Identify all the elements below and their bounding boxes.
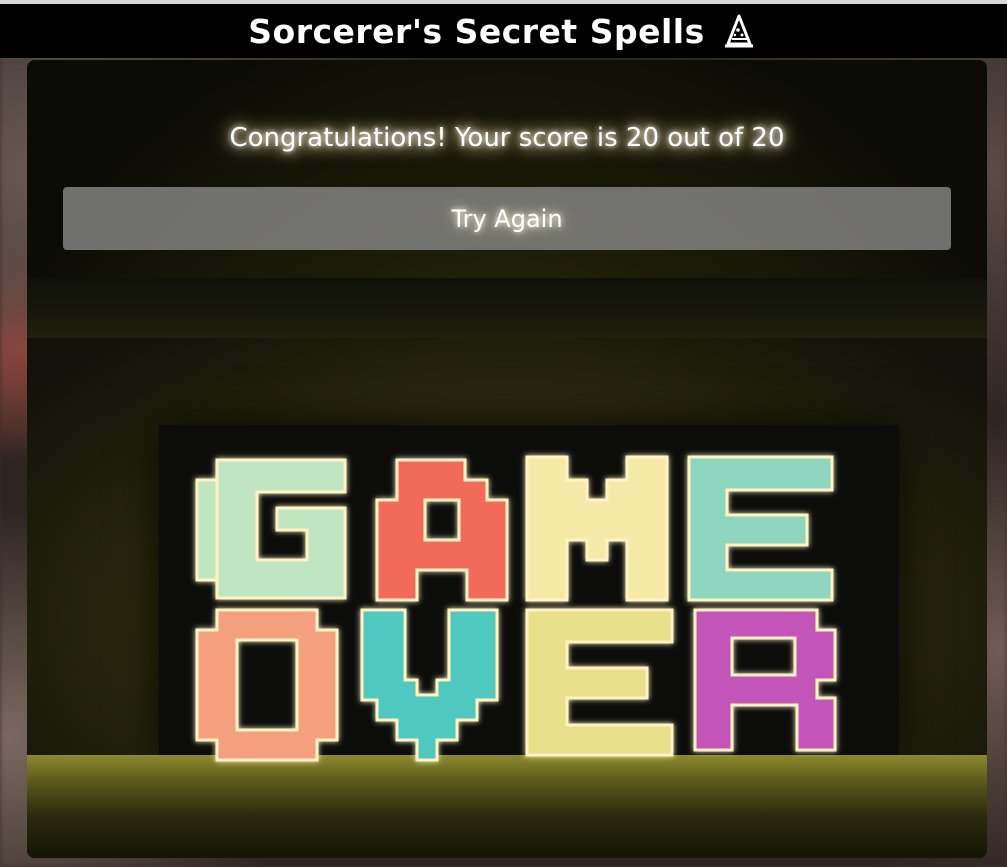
sign-letter-e-top xyxy=(687,455,834,602)
sign-letter-v xyxy=(360,608,499,762)
app-header: Sorcerer's Secret Spells xyxy=(0,4,1007,58)
game-over-image xyxy=(27,60,987,858)
app-title-group: Sorcerer's Secret Spells xyxy=(248,11,759,51)
game-over-card: Congratulations! Your score is 20 out of… xyxy=(27,60,987,858)
wizard-hat-icon xyxy=(719,11,759,51)
sign-letter-o xyxy=(195,608,339,762)
app-title: Sorcerer's Secret Spells xyxy=(248,11,705,51)
try-again-button[interactable]: Try Again xyxy=(63,187,951,250)
sign-letter-a xyxy=(375,458,509,602)
game-over-sign xyxy=(195,455,837,762)
score-message: Congratulations! Your score is 20 out of… xyxy=(229,123,785,153)
sign-letter-r xyxy=(693,608,837,752)
sign-letter-e-bottom xyxy=(525,608,674,757)
sign-letter-g xyxy=(195,458,347,600)
sign-letter-m xyxy=(525,455,669,602)
